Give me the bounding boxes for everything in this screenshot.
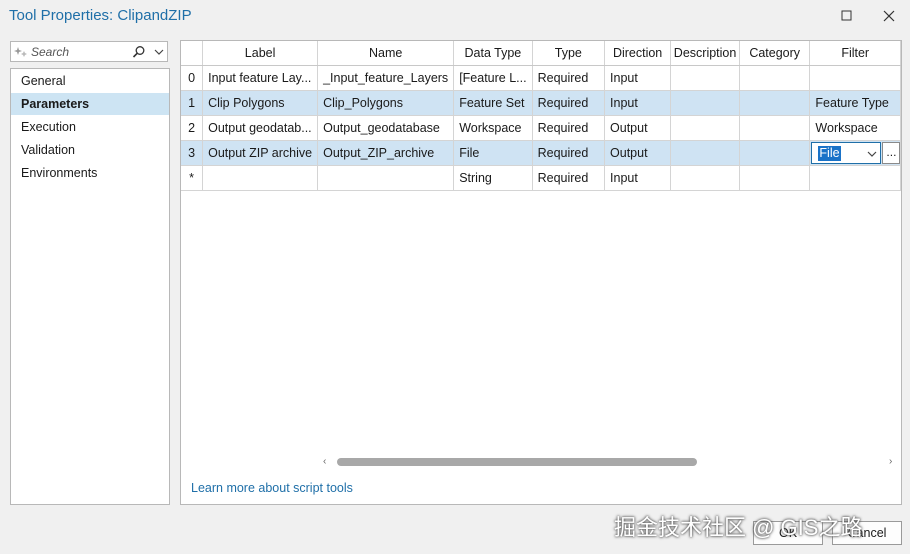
cell-filter[interactable]: Feature Type <box>809 90 901 116</box>
cell-name[interactable]: Clip_Polygons <box>317 90 455 116</box>
cell-data-type[interactable]: Workspace <box>453 115 533 141</box>
row-number[interactable]: 1 <box>181 90 204 116</box>
cell-type[interactable]: Required <box>532 65 606 91</box>
maximize-button[interactable] <box>836 5 858 27</box>
sidebar-item-parameters[interactable]: Parameters <box>11 93 169 115</box>
chevron-down-icon[interactable] <box>153 46 165 58</box>
cell-direction[interactable]: Output <box>604 140 672 166</box>
row-number-header <box>181 41 204 66</box>
filter-dropdown-value: File <box>818 146 841 161</box>
filter-browse-button[interactable]: ... <box>882 142 901 164</box>
cell-category[interactable] <box>739 115 811 141</box>
sparkle-icon <box>14 47 27 57</box>
cell-description[interactable] <box>670 115 740 141</box>
horizontal-scrollbar[interactable]: ‹ › <box>321 454 901 470</box>
cell-data-type[interactable]: File <box>453 140 533 166</box>
parameters-grid: Label Name Data Type Type Direction Desc… <box>181 41 901 191</box>
grid-header-row: Label Name Data Type Type Direction Desc… <box>181 41 901 66</box>
column-header-filter[interactable]: Filter <box>809 41 901 66</box>
column-header-description[interactable]: Description <box>670 41 740 66</box>
cell-data-type[interactable]: [Feature L... <box>453 65 533 91</box>
cell-direction[interactable]: Output <box>604 115 672 141</box>
search-box[interactable] <box>10 41 168 62</box>
title-bar: Tool Properties: ClipandZIP <box>0 0 910 32</box>
cell-direction[interactable]: Input <box>604 65 672 91</box>
chevron-down-icon[interactable] <box>867 149 877 159</box>
cell-filter[interactable]: Workspace <box>809 115 901 141</box>
cell-name[interactable]: Output_geodatabase <box>317 115 455 141</box>
filter-dropdown[interactable]: File <box>811 142 882 164</box>
sidebar-item-environments[interactable]: Environments <box>11 162 169 184</box>
cell-direction[interactable]: Input <box>604 90 672 116</box>
row-number[interactable]: * <box>181 165 204 191</box>
cell-category[interactable] <box>739 140 811 166</box>
maximize-icon <box>841 10 852 21</box>
sidebar-nav: General Parameters Execution Validation … <box>10 68 170 505</box>
cell-description[interactable] <box>670 165 740 191</box>
sidebar-item-validation[interactable]: Validation <box>11 139 169 161</box>
cell-category[interactable] <box>739 90 811 116</box>
cell-name[interactable]: Output_ZIP_archive <box>317 140 455 166</box>
row-number[interactable]: 2 <box>181 115 204 141</box>
close-icon <box>883 10 895 22</box>
cell-label[interactable] <box>202 165 319 191</box>
cell-label[interactable]: Clip Polygons <box>202 90 319 116</box>
sidebar-item-execution[interactable]: Execution <box>11 116 169 138</box>
watermark: 掘金技术社区 @ GIS之路 <box>614 515 863 540</box>
cell-data-type[interactable]: String <box>453 165 533 191</box>
cell-filter-editor[interactable]: File ... <box>809 140 901 166</box>
column-header-data-type[interactable]: Data Type <box>453 41 533 66</box>
cell-name[interactable] <box>317 165 455 191</box>
cell-direction[interactable]: Input <box>604 165 672 191</box>
cell-category[interactable] <box>739 65 811 91</box>
sidebar-item-general[interactable]: General <box>11 70 169 92</box>
close-button[interactable] <box>878 5 900 27</box>
cell-category[interactable] <box>739 165 811 191</box>
cell-description[interactable] <box>670 140 740 166</box>
table-row[interactable]: * String Required Input <box>181 165 901 191</box>
column-header-label[interactable]: Label <box>202 41 319 66</box>
cell-label[interactable]: Input feature Lay... <box>202 65 319 91</box>
cell-label[interactable]: Output geodatab... <box>202 115 319 141</box>
cell-data-type[interactable]: Feature Set <box>453 90 533 116</box>
scroll-left-icon[interactable]: ‹ <box>323 456 326 467</box>
table-row[interactable]: 1 Clip Polygons Clip_Polygons Feature Se… <box>181 90 901 116</box>
table-row[interactable]: 2 Output geodatab... Output_geodatabase … <box>181 115 901 141</box>
cell-description[interactable] <box>670 65 740 91</box>
column-header-direction[interactable]: Direction <box>604 41 672 66</box>
cell-type[interactable]: Required <box>532 165 606 191</box>
scrollbar-thumb[interactable] <box>337 458 697 466</box>
table-row[interactable]: 3 Output ZIP archive Output_ZIP_archive … <box>181 140 901 166</box>
parameters-panel: Label Name Data Type Type Direction Desc… <box>180 40 902 505</box>
cell-type[interactable]: Required <box>532 140 606 166</box>
column-header-type[interactable]: Type <box>532 41 606 66</box>
row-number[interactable]: 3 <box>181 140 204 166</box>
cell-type[interactable]: Required <box>532 90 606 116</box>
scroll-right-icon[interactable]: › <box>889 456 892 467</box>
column-header-name[interactable]: Name <box>317 41 455 66</box>
window-title: Tool Properties: ClipandZIP <box>9 7 192 24</box>
search-icon[interactable] <box>132 45 146 59</box>
cell-label[interactable]: Output ZIP archive <box>202 140 319 166</box>
cell-filter[interactable] <box>809 165 901 191</box>
cell-name[interactable]: _Input_feature_Layers <box>317 65 455 91</box>
table-row[interactable]: 0 Input feature Lay... _Input_feature_La… <box>181 65 901 91</box>
column-header-category[interactable]: Category <box>739 41 811 66</box>
learn-more-link[interactable]: Learn more about script tools <box>191 481 353 495</box>
row-number[interactable]: 0 <box>181 65 204 91</box>
cell-filter[interactable] <box>809 65 901 91</box>
search-input[interactable] <box>31 44 131 59</box>
cell-type[interactable]: Required <box>532 115 606 141</box>
cell-description[interactable] <box>670 90 740 116</box>
